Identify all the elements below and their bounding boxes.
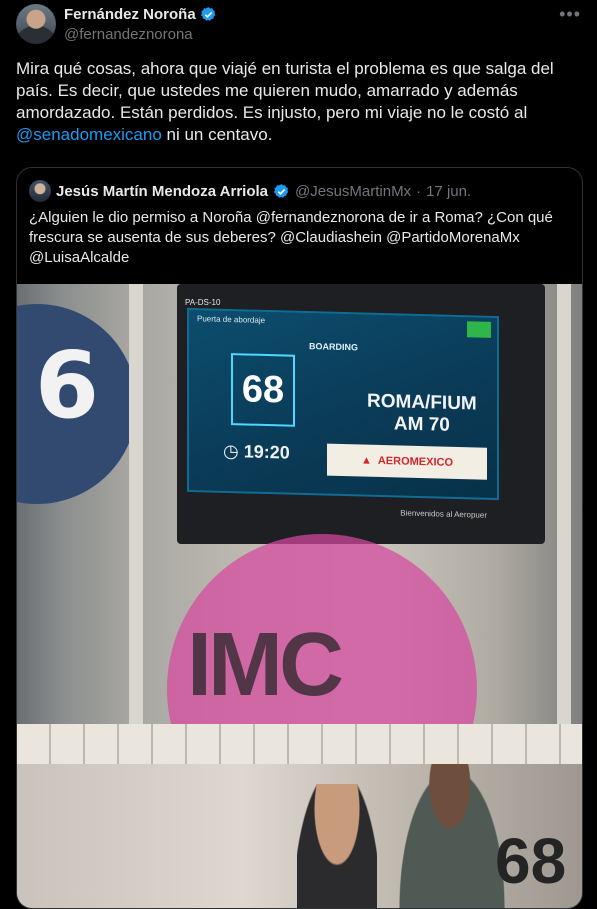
post-text-end: ni un centavo. — [161, 125, 273, 144]
screen-status: BOARDING — [309, 341, 358, 353]
ceiling-lights — [17, 724, 582, 764]
departure-time: 19:20 — [243, 441, 290, 463]
gate-number: 68 — [231, 353, 295, 427]
mention-link[interactable]: @senadomexicano — [16, 125, 162, 144]
tweet: Fernández Noroña @fernandeznorona ••• Mi… — [0, 0, 597, 909]
author-name[interactable]: Fernández Noroña — [64, 6, 196, 23]
post-text-body: Mira qué cosas, ahora que viajé en turis… — [16, 59, 554, 122]
status-light — [467, 321, 491, 338]
gate-sign: 68 — [495, 825, 567, 897]
flight-number: AM 70 — [393, 413, 450, 436]
board-code: PA-DS-10 — [185, 298, 221, 307]
watermark-logo: IMC — [187, 615, 344, 715]
traveler — [297, 784, 377, 908]
quoted-tweet[interactable]: Jesús Martín Mendoza Arriola @JesusMarti… — [16, 167, 583, 909]
author-name-row[interactable]: Fernández Noroña — [64, 6, 217, 23]
tweet-header: Fernández Noroña @fernandeznorona — [64, 6, 581, 43]
aeromexico-logo-icon: ▲ — [360, 454, 372, 467]
verified-badge-icon — [273, 183, 289, 198]
author-avatar[interactable] — [16, 4, 56, 44]
quoted-text: ¿Alguien le dio permiso a Noroña @fernan… — [29, 209, 553, 266]
meta-separator: · — [416, 182, 422, 200]
pillar — [129, 284, 143, 724]
destination: ROMA/FIUM AM 70 — [367, 391, 477, 438]
more-icon[interactable]: ••• — [559, 4, 581, 24]
quoted-date[interactable]: 17 jun. — [426, 183, 471, 200]
verified-badge-icon — [200, 7, 215, 21]
attached-photo[interactable]: 6 PA-DS-10 Puerta de abordaje BOARDING 6… — [17, 284, 582, 908]
wall-number: 6 — [35, 332, 100, 439]
destination-city: ROMA/FIUM — [367, 390, 477, 415]
departure-time-row: ◷ 19:20 — [223, 441, 290, 464]
clock-icon: ◷ — [223, 440, 239, 462]
quoted-name[interactable]: Jesús Martín Mendoza Arriola — [56, 183, 268, 200]
airline-name: AEROMEXICO — [377, 454, 454, 469]
quoted-avatar[interactable] — [29, 180, 51, 202]
gate-screen: Puerta de abordaje BOARDING 68 ROMA/FIUM… — [187, 307, 499, 520]
quoted-handle[interactable]: @JesusMartinMx — [295, 183, 411, 200]
screen-header: Puerta de abordaje — [197, 314, 266, 325]
airline-badge: ▲ AEROMEXICO — [327, 443, 487, 480]
post-text: Mira qué cosas, ahora que viajé en turis… — [16, 58, 576, 146]
passerby — [397, 764, 507, 908]
quoted-header: Jesús Martín Mendoza Arriola @JesusMarti… — [29, 180, 471, 202]
pillar — [557, 284, 571, 724]
author-handle[interactable]: @fernandeznorona — [64, 26, 581, 43]
